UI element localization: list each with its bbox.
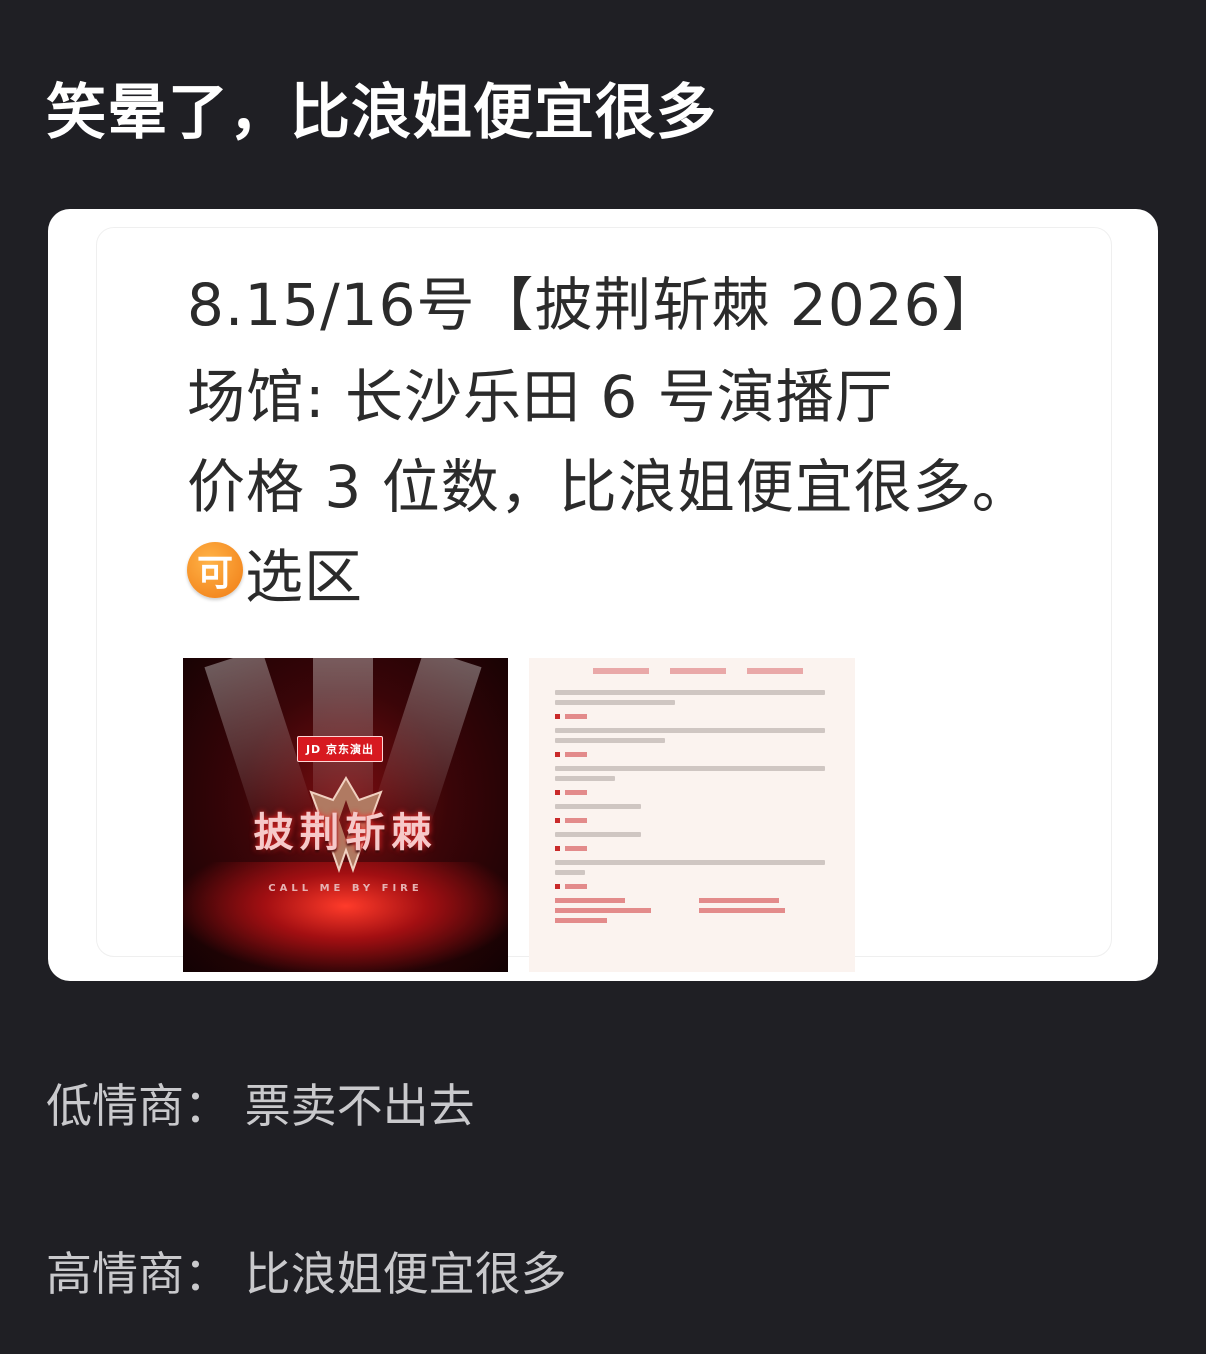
poster-title: 披荆斩棘 <box>253 809 438 856</box>
screenshot-content: 8.15/16号【披荆斩棘 2026】 场馆: 长沙乐田 6 号演播厅 价格 3… <box>96 227 1112 972</box>
event-notice-image[interactable] <box>529 658 855 972</box>
event-date-title: 8.15/16号【披荆斩棘 2026】 <box>187 271 1001 339</box>
image-card[interactable]: 8.15/16号【披荆斩棘 2026】 场馆: 长沙乐田 6 号演播厅 价格 3… <box>48 209 1158 981</box>
venue-line: 场馆: 长沙乐田 6 号演播厅 <box>187 363 894 431</box>
comment-low-eq: 低情商： 票卖不出去 <box>46 1079 475 1133</box>
event-poster-image[interactable]: JD 京东演出 披荆斩棘 CALL ME BY FIRE <box>183 658 508 972</box>
post-title: 笑晕了，比浪姐便宜很多 <box>46 78 717 148</box>
price-line: 价格 3 位数，比浪姐便宜很多。 <box>187 453 1031 521</box>
ke-badge-icon: 可 <box>187 542 243 598</box>
poster-subtitle: CALL ME BY FIRE <box>268 883 423 894</box>
notice-header <box>593 664 803 678</box>
comment-high-eq: 高情商： 比浪姐便宜很多 <box>46 1247 567 1301</box>
jd-logo: JD 京东演出 <box>297 736 383 762</box>
seat-selection-line: 选区 <box>245 543 364 611</box>
